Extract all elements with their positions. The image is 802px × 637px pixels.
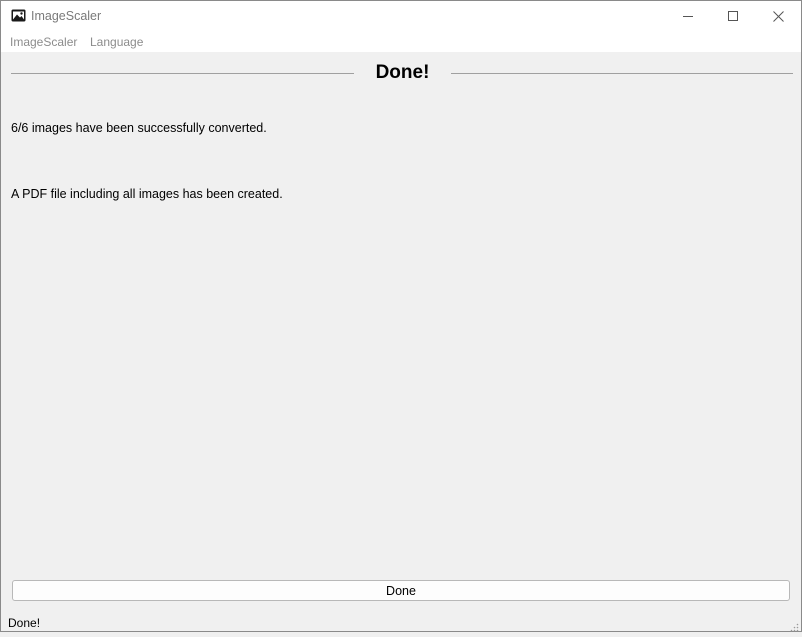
page-title: Done!: [375, 62, 430, 83]
minimize-icon: [683, 11, 693, 21]
resize-grip-icon[interactable]: [789, 619, 799, 632]
header-divider-left: [11, 73, 354, 74]
close-icon: [772, 10, 784, 22]
pdf-created-text: A PDF file including all images has been…: [11, 187, 283, 201]
maximize-button[interactable]: [710, 1, 756, 31]
section-header: Done!: [11, 61, 793, 85]
menu-item-imagescaler[interactable]: ImageScaler: [10, 35, 77, 49]
done-button[interactable]: Done: [12, 580, 790, 601]
title-bar[interactable]: ImageScaler: [1, 1, 801, 31]
image-icon: [11, 9, 26, 22]
app-window: ImageScaler ImageScaler Language Done! 6…: [0, 0, 802, 632]
header-divider-right: [451, 73, 793, 74]
status-bar-text: Done!: [8, 616, 41, 630]
minimize-button[interactable]: [665, 1, 711, 31]
close-button[interactable]: [755, 1, 801, 31]
maximize-icon: [728, 11, 738, 21]
window-title: ImageScaler: [31, 9, 102, 23]
menu-item-language[interactable]: Language: [90, 35, 143, 49]
menu-bar: ImageScaler Language: [1, 31, 801, 52]
conversion-result-text: 6/6 images have been successfully conver…: [11, 121, 267, 135]
